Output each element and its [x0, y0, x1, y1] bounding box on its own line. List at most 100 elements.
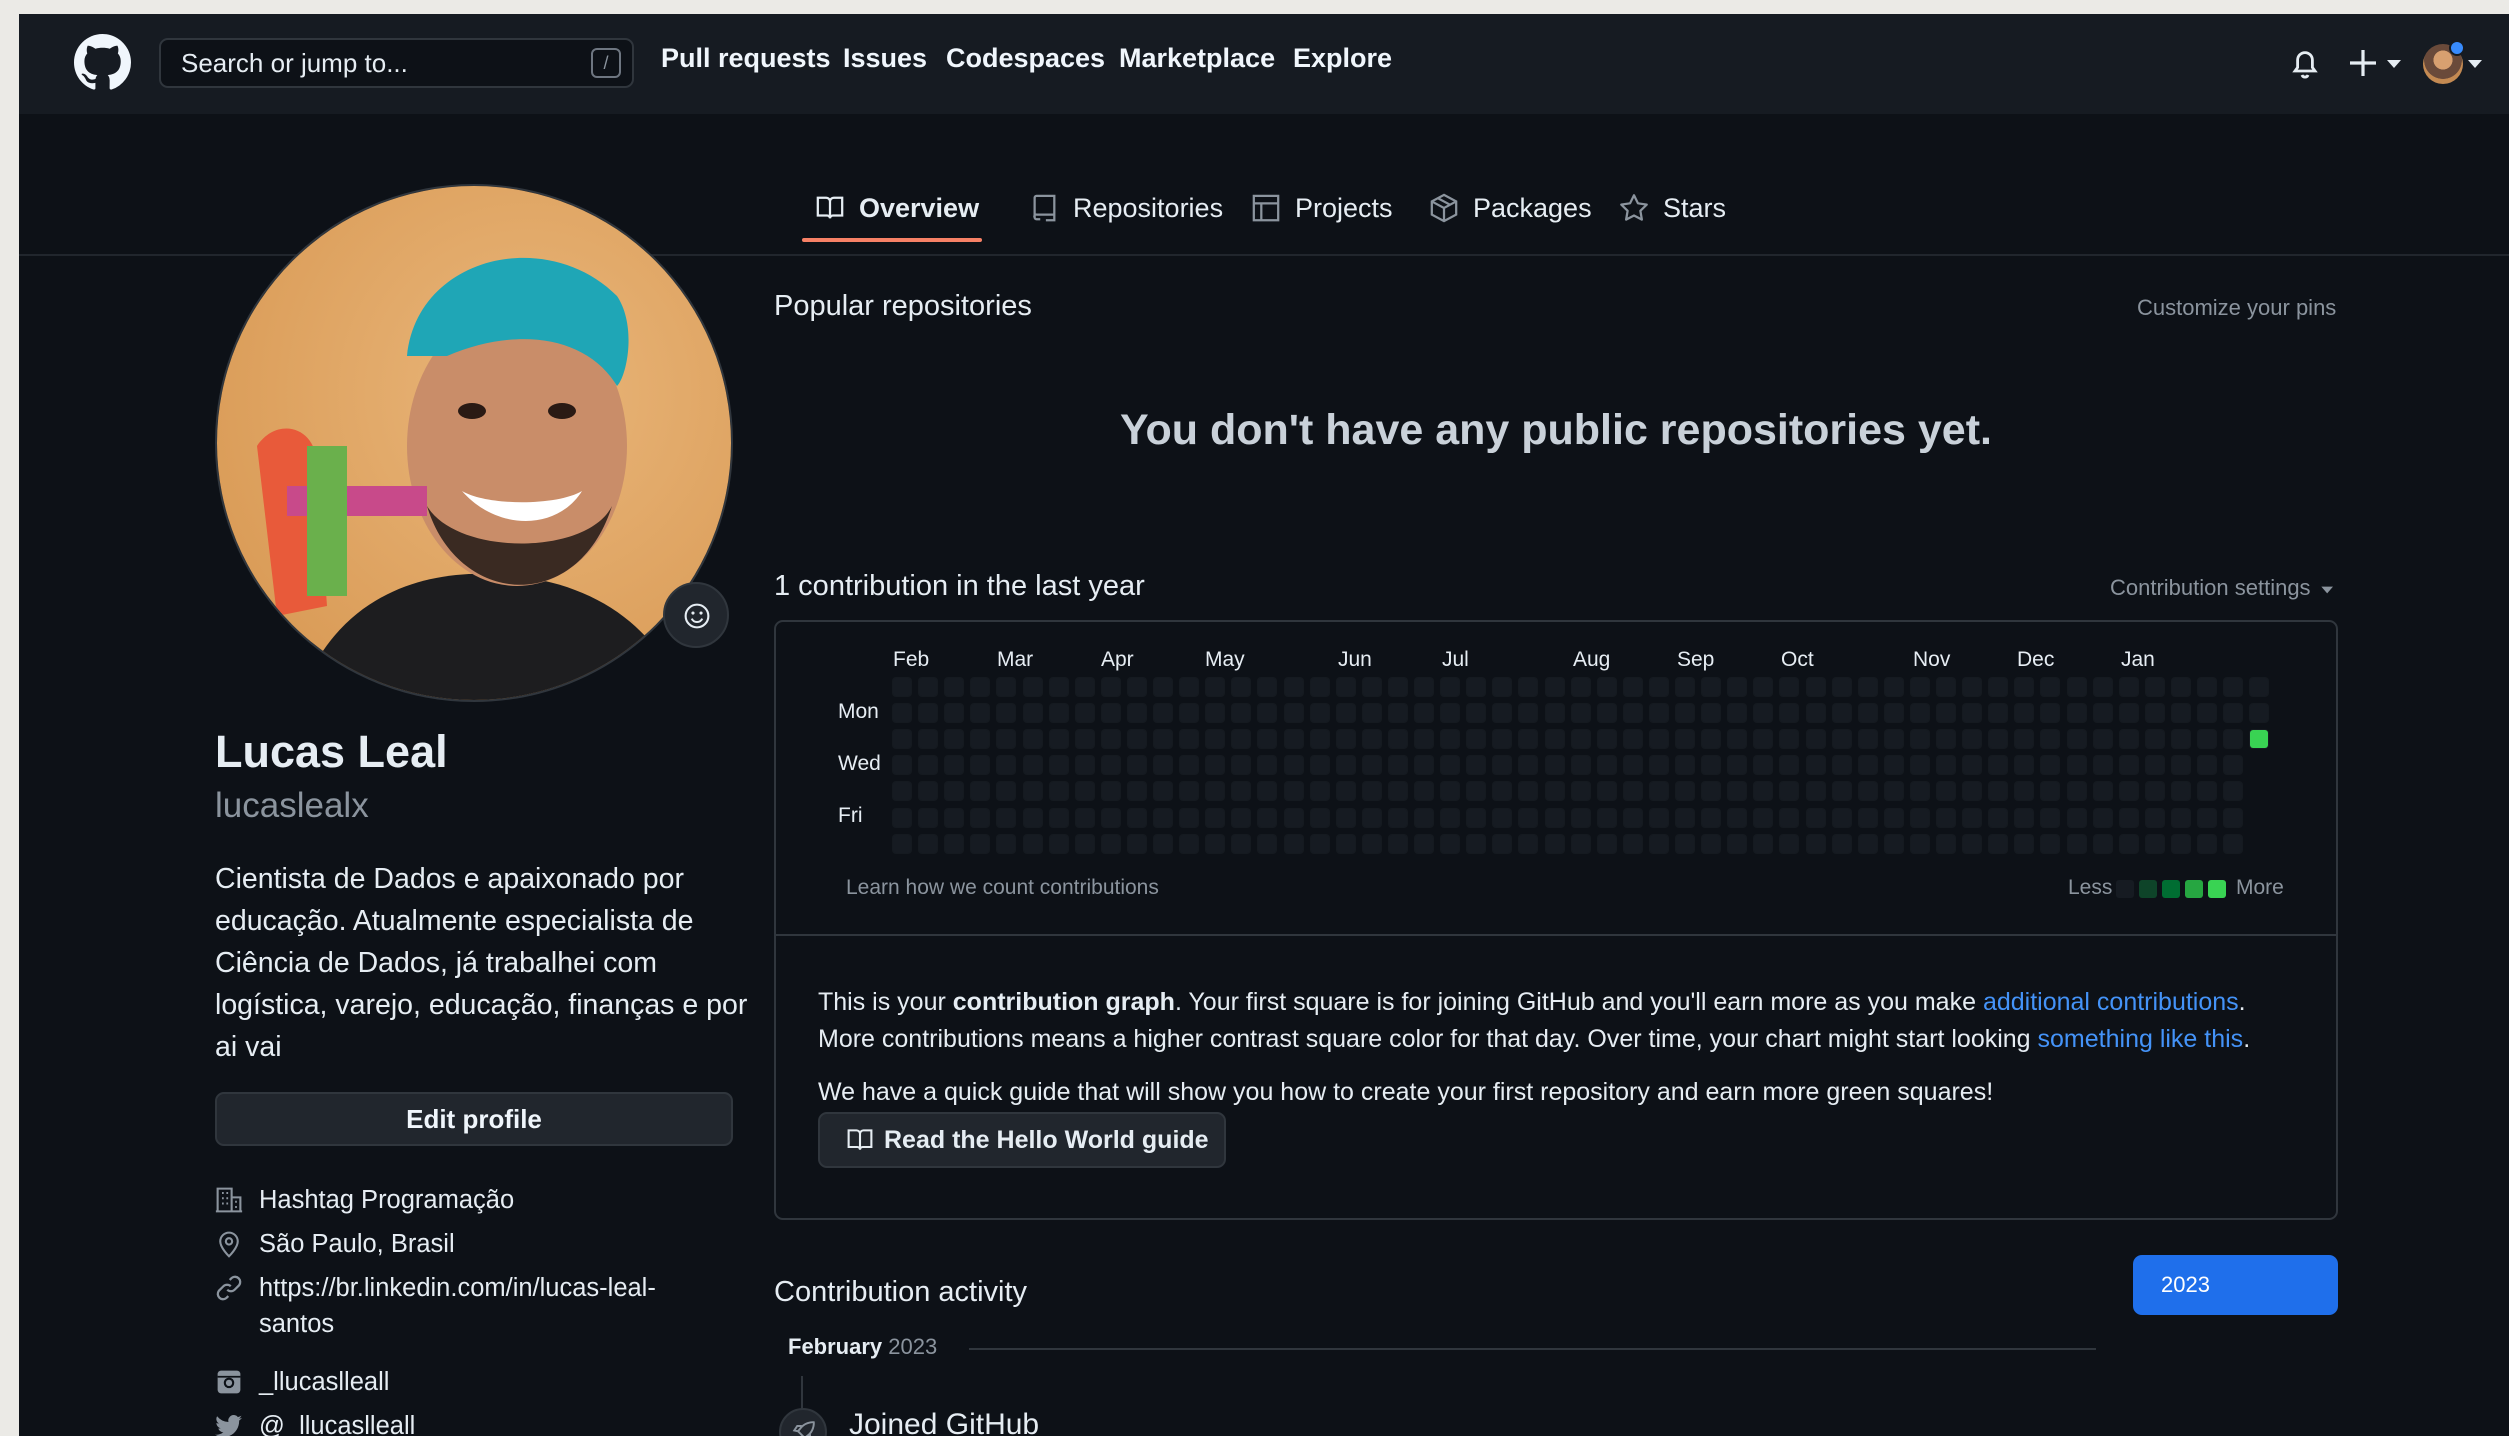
contribution-day-cell[interactable]	[1831, 677, 1852, 697]
contribution-day-cell[interactable]	[1883, 833, 1904, 854]
contribution-day-cell[interactable]	[1048, 729, 1069, 750]
contribution-day-cell[interactable]	[1335, 677, 1356, 697]
contribution-day-cell[interactable]	[1596, 833, 1617, 854]
contribution-day-cell[interactable]	[1648, 755, 1669, 776]
contribution-day-cell[interactable]	[1570, 781, 1591, 802]
contribution-day-cell[interactable]	[944, 781, 965, 802]
contribution-day-cell[interactable]	[1179, 807, 1200, 828]
contribution-day-cell[interactable]	[2170, 755, 2191, 776]
contribution-day-cell[interactable]	[1570, 807, 1591, 828]
contribution-day-cell[interactable]	[1414, 755, 1434, 776]
contribution-day-cell[interactable]	[1857, 703, 1878, 724]
contribution-day-cell[interactable]	[1179, 781, 1200, 802]
contribution-day-cell[interactable]	[970, 781, 991, 802]
contribution-day-cell[interactable]	[1205, 833, 1226, 854]
contribution-day-cell[interactable]	[1153, 703, 1173, 724]
contribution-day-cell[interactable]	[1936, 807, 1956, 828]
contribution-day-cell[interactable]	[1779, 703, 1800, 724]
contribution-day-cell[interactable]	[2170, 703, 2191, 724]
contribution-day-cell[interactable]	[1753, 755, 1774, 776]
contribution-day-cell[interactable]	[1048, 703, 1069, 724]
contribution-day-cell[interactable]	[1518, 703, 1539, 724]
contribution-day-cell[interactable]	[1988, 781, 2009, 802]
contribution-day-cell[interactable]	[2066, 729, 2087, 750]
additional-contributions-link[interactable]: additional contributions	[1983, 988, 2239, 1016]
contribution-day-cell[interactable]	[1022, 781, 1043, 802]
contribution-day-cell[interactable]	[1205, 781, 1226, 802]
contribution-day-cell[interactable]	[1648, 807, 1669, 828]
contribution-day-cell[interactable]	[1622, 807, 1643, 828]
contribution-day-cell[interactable]	[1570, 729, 1591, 750]
contribution-day-cell[interactable]	[2092, 833, 2113, 854]
contribution-day-cell[interactable]	[1544, 677, 1565, 697]
contribution-day-cell[interactable]	[1126, 781, 1147, 802]
contribution-day-cell[interactable]	[1831, 755, 1852, 776]
contribution-day-cell[interactable]	[1466, 703, 1487, 724]
contribution-day-cell[interactable]	[2092, 729, 2113, 750]
contribution-day-cell[interactable]	[918, 755, 939, 776]
contribution-day-cell[interactable]	[2197, 703, 2217, 724]
contribution-day-cell[interactable]	[1727, 833, 1748, 854]
contribution-day-cell[interactable]	[1387, 807, 1408, 828]
contribution-day-cell[interactable]	[996, 703, 1017, 724]
contribution-day-cell[interactable]	[1283, 833, 1304, 854]
contribution-day-cell[interactable]	[1361, 833, 1382, 854]
contribution-day-cell[interactable]	[1100, 677, 1121, 697]
contribution-day-cell[interactable]	[1909, 807, 1930, 828]
contribution-day-cell[interactable]	[1179, 729, 1200, 750]
contribution-day-cell[interactable]	[2066, 807, 2087, 828]
nav-codespaces[interactable]: Codespaces	[946, 40, 1105, 76]
contribution-day-cell[interactable]	[1022, 703, 1043, 724]
contribution-day-cell[interactable]	[1883, 781, 1904, 802]
contribution-day-cell[interactable]	[970, 755, 991, 776]
contribution-day-cell[interactable]	[1701, 755, 1722, 776]
contribution-day-cell[interactable]	[918, 781, 939, 802]
contribution-day-cell[interactable]	[1518, 833, 1539, 854]
contribution-day-cell[interactable]	[1701, 781, 1722, 802]
contribution-day-cell[interactable]	[1753, 703, 1774, 724]
website-link[interactable]: https://br.linkedin.com/in/lucas-leal-sa…	[259, 1270, 656, 1342]
contribution-day-cell[interactable]	[1518, 781, 1539, 802]
learn-contributions-link[interactable]: Learn how we count contributions	[846, 876, 1159, 900]
contribution-day-cell[interactable]	[996, 781, 1017, 802]
contribution-day-cell[interactable]	[1779, 833, 1800, 854]
contribution-day-cell[interactable]	[1100, 781, 1121, 802]
contribution-day-cell[interactable]	[1675, 755, 1695, 776]
contribution-day-cell[interactable]	[944, 703, 965, 724]
contribution-day-cell[interactable]	[1909, 781, 1930, 802]
contribution-day-cell[interactable]	[1857, 807, 1878, 828]
contribution-day-cell[interactable]	[1805, 677, 1826, 697]
contribution-day-cell[interactable]	[1988, 833, 2009, 854]
contribution-day-cell[interactable]	[1440, 807, 1461, 828]
contribution-day-cell[interactable]	[1622, 677, 1643, 697]
contribution-day-cell[interactable]	[1074, 729, 1095, 750]
contribution-day-cell[interactable]	[2197, 807, 2217, 828]
contribution-day-cell[interactable]	[1205, 703, 1226, 724]
contribution-day-cell[interactable]	[1309, 833, 1330, 854]
contribution-day-cell[interactable]	[1675, 677, 1695, 697]
contribution-day-cell[interactable]	[1518, 807, 1539, 828]
contribution-day-cell[interactable]	[1936, 833, 1956, 854]
contribution-day-cell[interactable]	[1883, 755, 1904, 776]
contribution-day-cell[interactable]	[1126, 729, 1147, 750]
contribution-day-cell[interactable]	[1570, 833, 1591, 854]
contribution-day-cell[interactable]	[1544, 703, 1565, 724]
contribution-day-cell[interactable]	[1048, 755, 1069, 776]
contribution-day-cell[interactable]	[2249, 677, 2270, 697]
contribution-day-cell[interactable]	[1153, 729, 1173, 750]
contribution-day-cell[interactable]	[2040, 729, 2061, 750]
contribution-day-cell[interactable]	[2144, 703, 2165, 724]
instagram-handle[interactable]: _llucaslleall	[259, 1364, 389, 1400]
contribution-day-cell[interactable]	[2118, 729, 2139, 750]
contribution-day-cell[interactable]	[1701, 703, 1722, 724]
contribution-day-cell[interactable]	[1074, 677, 1095, 697]
contribution-day-cell[interactable]	[1257, 729, 1278, 750]
nav-marketplace[interactable]: Marketplace	[1119, 40, 1275, 76]
contribution-day-cell[interactable]	[1753, 833, 1774, 854]
contribution-day-cell[interactable]	[1387, 729, 1408, 750]
contribution-day-cell[interactable]	[1335, 729, 1356, 750]
contribution-day-cell[interactable]	[2118, 703, 2139, 724]
year-2023-button[interactable]: 2023	[2133, 1255, 2338, 1315]
contribution-day-cell[interactable]	[1309, 781, 1330, 802]
twitter-handle[interactable]: @_llucaslleall	[259, 1408, 415, 1436]
